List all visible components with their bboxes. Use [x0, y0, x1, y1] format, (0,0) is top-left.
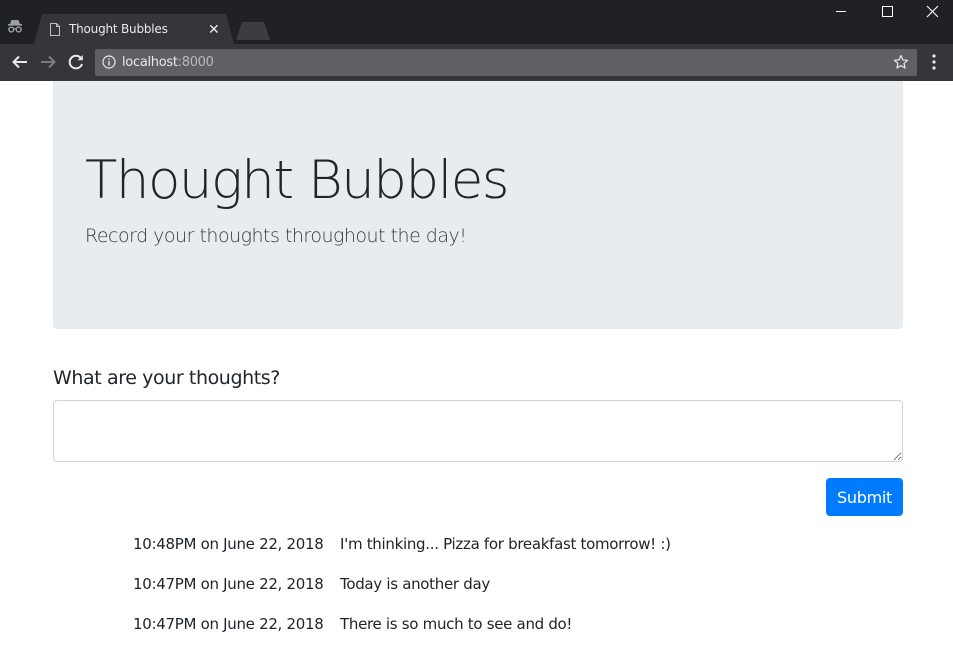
thoughts-label: What are your thoughts? — [53, 367, 280, 389]
jumbotron: Thought Bubbles Record your thoughts thr… — [53, 81, 903, 329]
browser-toolbar: localhost:8000 — [0, 44, 953, 81]
kebab-menu-icon[interactable] — [928, 53, 940, 71]
list-item: 10:47PM on June 22, 2018 There is so muc… — [0, 613, 953, 637]
list-item: 10:47PM on June 22, 2018 Today is anothe… — [0, 573, 953, 597]
new-tab-button[interactable] — [236, 22, 270, 40]
browser-titlebar: Thought Bubbles ✕ — [0, 0, 953, 44]
address-bar[interactable]: localhost:8000 — [95, 49, 917, 76]
url-port: :8000 — [177, 55, 214, 70]
info-icon[interactable] — [102, 55, 116, 69]
thought-timestamp: 10:48PM on June 22, 2018 — [133, 535, 324, 553]
thought-timestamp: 10:47PM on June 22, 2018 — [133, 615, 324, 633]
thought-timestamp: 10:47PM on June 22, 2018 — [133, 575, 324, 593]
page-lead: Record your thoughts throughout the day! — [85, 225, 467, 247]
submit-button[interactable]: Submit — [826, 478, 903, 516]
window-close-icon[interactable] — [910, 0, 953, 24]
thought-text: There is so much to see and do! — [340, 615, 573, 633]
list-item: 10:48PM on June 22, 2018 I'm thinking...… — [0, 533, 953, 557]
tab-title: Thought Bubbles — [69, 22, 168, 36]
maximize-icon[interactable] — [864, 0, 910, 24]
browser-tab[interactable]: Thought Bubbles ✕ — [34, 14, 234, 44]
incognito-icon — [8, 20, 22, 33]
file-icon — [50, 23, 60, 36]
star-icon[interactable] — [893, 54, 909, 70]
thought-input[interactable] — [53, 400, 903, 462]
reload-icon[interactable] — [65, 51, 87, 73]
tab-close-icon[interactable]: ✕ — [208, 21, 220, 37]
url-text: localhost:8000 — [122, 55, 214, 70]
forward-arrow-icon[interactable] — [37, 51, 59, 73]
back-arrow-icon[interactable] — [9, 51, 31, 73]
thought-text: I'm thinking... Pizza for breakfast tomo… — [340, 535, 671, 553]
minimize-icon[interactable] — [818, 0, 864, 24]
url-host: localhost — [122, 55, 178, 70]
thought-text: Today is another day — [340, 575, 490, 593]
page-title: Thought Bubbles — [85, 150, 510, 211]
